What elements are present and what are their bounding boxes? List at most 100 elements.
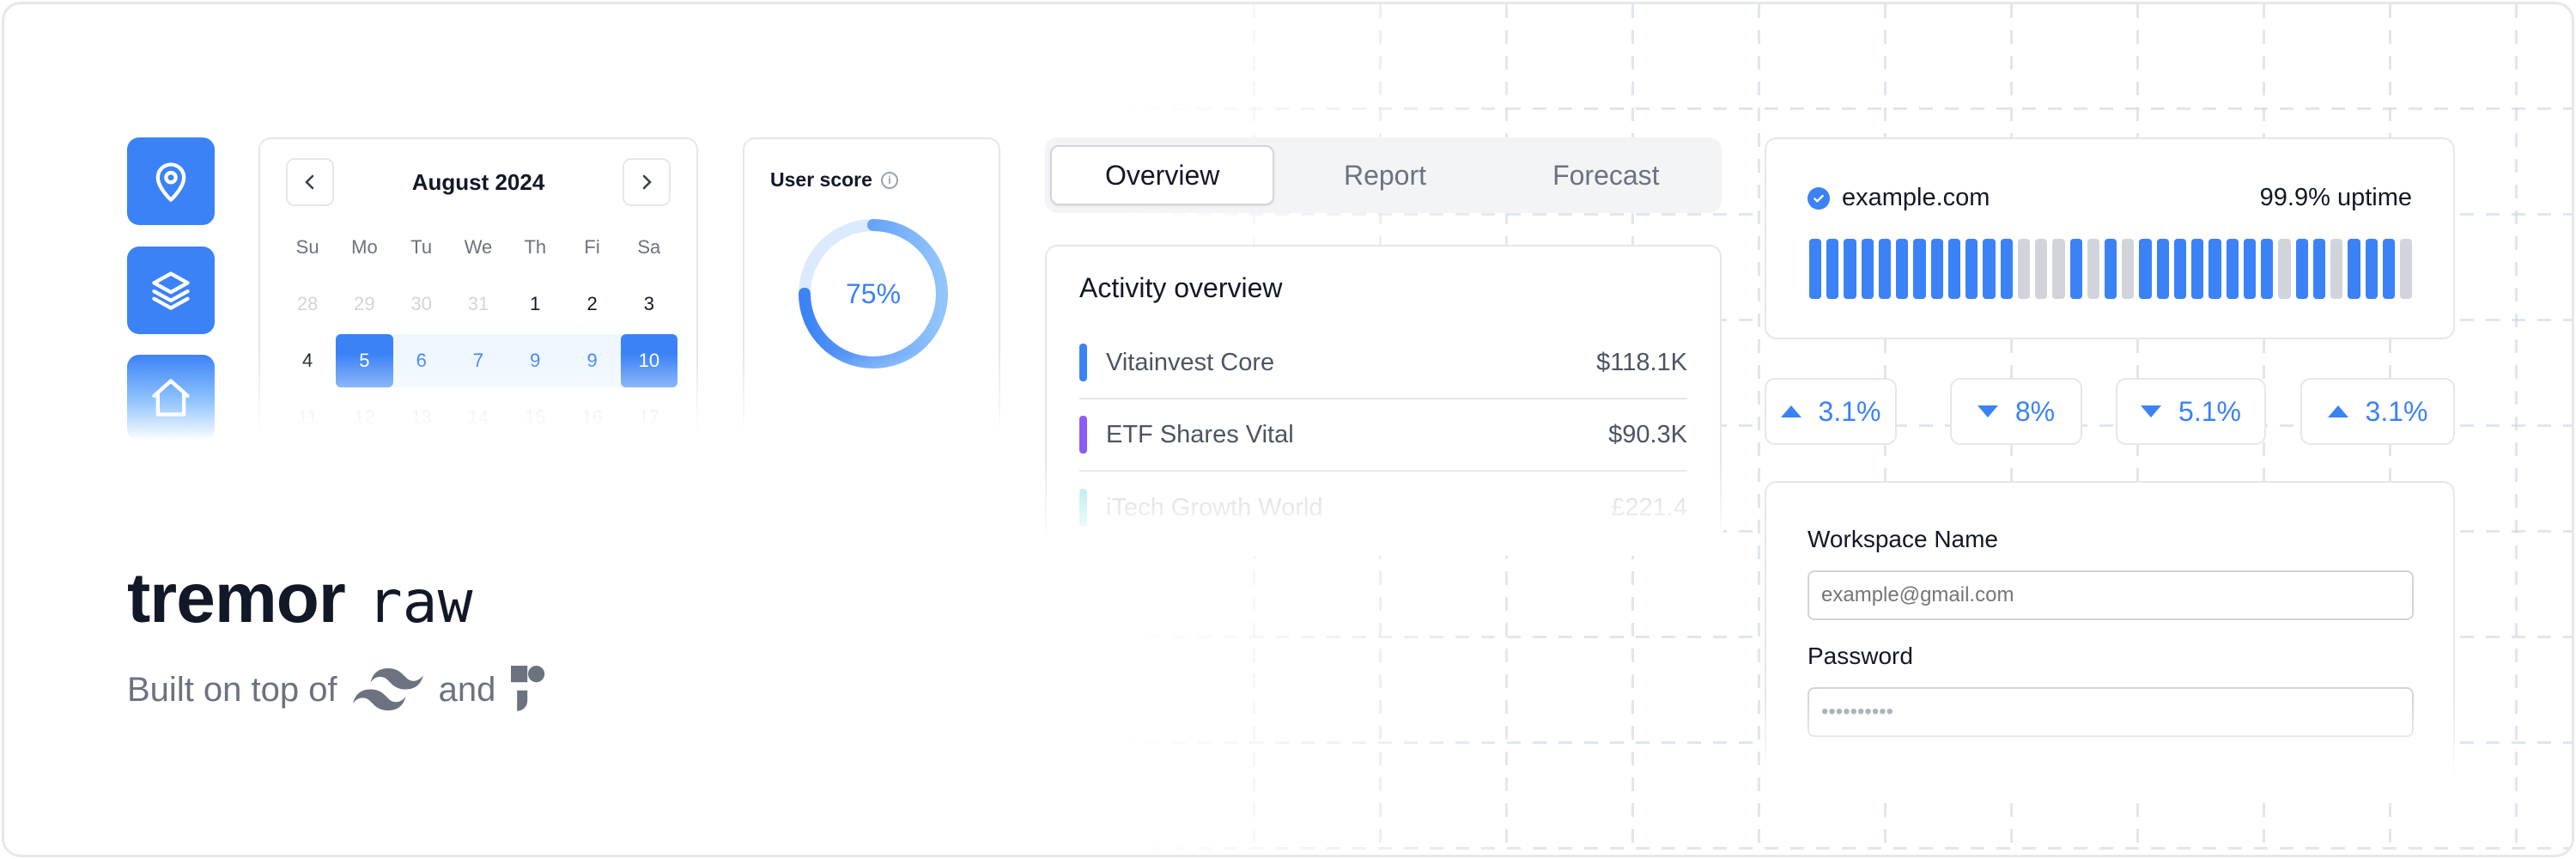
user-score-card: User score i 75% [741, 137, 1002, 448]
arrow-down-icon [1977, 405, 1998, 417]
calendar-next-button[interactable] [622, 158, 671, 206]
calendar-day-selected-start[interactable]: 5 [336, 334, 393, 387]
uptime-bar-down[interactable] [2052, 239, 2065, 299]
uptime-bar-up[interactable] [1965, 239, 1978, 299]
calendar-day[interactable]: 28 [279, 277, 336, 331]
password-field[interactable]: •••••••••• [1807, 687, 2414, 737]
arrow-up-icon [1780, 405, 1801, 417]
calendar-day[interactable]: 1 [507, 277, 563, 331]
uptime-bar-up[interactable] [2191, 239, 2204, 299]
map-pin-button[interactable] [127, 137, 215, 225]
uptime-bar-up[interactable] [1826, 239, 1839, 299]
activity-item[interactable]: Vitainvest Core $118.1K [1079, 327, 1687, 399]
home-button[interactable] [127, 355, 215, 441]
uptime-bar-up[interactable] [1947, 239, 1961, 299]
uptime-bar-up[interactable] [2243, 239, 2257, 299]
delta-badge: 8% [1950, 378, 2082, 445]
tab-report[interactable]: Report [1274, 145, 1495, 205]
uptime-bar-up[interactable] [2139, 239, 2152, 299]
calendar-day-in-range[interactable]: 9 [507, 334, 564, 387]
uptime-bar-up[interactable] [1861, 239, 1874, 299]
info-icon[interactable]: i [880, 171, 898, 189]
uptime-card: example.com 99.9% uptime [1765, 137, 2455, 339]
uptime-bar-up[interactable] [2104, 239, 2117, 299]
uptime-bar-up[interactable] [1983, 239, 1996, 299]
uptime-bar-down[interactable] [2399, 239, 2413, 299]
activity-item[interactable]: iTech Growth World £221.4 [1079, 472, 1687, 544]
layers-button[interactable] [127, 247, 215, 334]
uptime-bar-up[interactable] [1844, 239, 1856, 299]
uptime-bar-down[interactable] [2017, 239, 2031, 299]
uptime-bar-up[interactable] [2382, 239, 2395, 299]
weekday-label: Fi [584, 236, 600, 258]
uptime-bar-up[interactable] [2069, 239, 2082, 299]
calendar-day[interactable]: 11 [279, 391, 336, 444]
brand-wordmark: tremor raw [127, 558, 473, 639]
calendar-month-label: August 2024 [411, 168, 545, 195]
uptime-bar-up[interactable] [1913, 239, 1926, 299]
uptime-bar-down[interactable] [2330, 239, 2343, 299]
activity-color-bar [1079, 344, 1087, 381]
uptime-bar-up[interactable] [2226, 239, 2239, 299]
chevron-right-icon [642, 174, 652, 190]
weekday-label: Tu [410, 236, 433, 258]
uptime-bar-down[interactable] [2087, 239, 2099, 299]
workspace-name-input[interactable] [1807, 570, 2414, 620]
calendar-day-selected-end[interactable]: 10 [620, 334, 677, 387]
workspace-form-card: Workspace Name Password •••••••••• [1763, 481, 2457, 792]
radix-icon [511, 666, 545, 711]
calendar-day[interactable]: 14 [450, 391, 507, 444]
calendar-day[interactable]: 3 [621, 277, 677, 331]
uptime-bar-up[interactable] [2261, 239, 2274, 299]
activity-item[interactable]: ETF Shares Vital $90.3K [1079, 399, 1687, 472]
uptime-bar-up[interactable] [1930, 239, 1943, 299]
activity-item-name: Vitainvest Core [1106, 348, 1275, 376]
arrow-up-icon [2327, 405, 2348, 417]
uptime-bar-up[interactable] [2000, 239, 2013, 299]
uptime-bar-up[interactable] [2348, 239, 2360, 299]
calendar-day-in-range[interactable]: 7 [449, 334, 507, 387]
built-on-and: and [438, 670, 496, 709]
weekday-label: Th [524, 236, 547, 258]
tab-list: Overview Report Forecast [1045, 137, 1722, 213]
calendar-prev-button[interactable] [286, 158, 334, 206]
calendar-day-in-range[interactable]: 9 [563, 334, 621, 387]
user-score-title: User score [770, 168, 872, 191]
calendar-week-row: 28 29 30 31 1 2 3 [279, 277, 677, 331]
chevron-left-icon [305, 174, 314, 190]
uptime-bar-down[interactable] [2122, 239, 2135, 299]
calendar-day[interactable]: 17 [621, 391, 677, 444]
delta-badge-value: 5.1% [2178, 395, 2241, 427]
uptime-bar-up[interactable] [2173, 239, 2187, 299]
calendar-day[interactable]: 15 [507, 391, 563, 444]
delta-badge: 3.1% [2300, 378, 2455, 445]
delta-badge-value: 3.1% [2365, 395, 2428, 427]
uptime-bar-up[interactable] [2156, 239, 2169, 299]
calendar-day[interactable]: 13 [393, 391, 450, 444]
uptime-bar-up[interactable] [2365, 239, 2378, 299]
brand-suffix: raw [367, 569, 473, 637]
password-label: Password [1807, 643, 1913, 669]
calendar-day[interactable]: 29 [336, 277, 392, 331]
uptime-bar-up[interactable] [2312, 239, 2326, 299]
uptime-bar-up[interactable] [1896, 239, 1909, 299]
calendar-day[interactable]: 12 [336, 391, 392, 444]
weekday-label: Sa [637, 236, 661, 258]
uptime-bar-up[interactable] [2295, 239, 2308, 299]
tab-forecast[interactable]: Forecast [1496, 145, 1716, 205]
uptime-bar-up[interactable] [2208, 239, 2221, 299]
calendar-day[interactable]: 4 [279, 334, 336, 387]
delta-badge: 5.1% [2116, 378, 2266, 445]
calendar-day[interactable]: 30 [393, 277, 450, 331]
uptime-bar-up[interactable] [1878, 239, 1892, 299]
uptime-bar-down[interactable] [2278, 239, 2291, 299]
uptime-bar-down[interactable] [2035, 239, 2048, 299]
calendar-day[interactable]: 31 [450, 277, 507, 331]
calendar-day[interactable]: 16 [563, 391, 620, 444]
tab-overview[interactable]: Overview [1050, 145, 1275, 205]
delta-badge-value: 3.1% [1818, 395, 1881, 427]
uptime-bar-up[interactable] [1809, 239, 1822, 299]
arrow-down-icon [2141, 405, 2162, 417]
calendar-day[interactable]: 2 [563, 277, 620, 331]
calendar-day-in-range[interactable]: 6 [392, 334, 450, 387]
